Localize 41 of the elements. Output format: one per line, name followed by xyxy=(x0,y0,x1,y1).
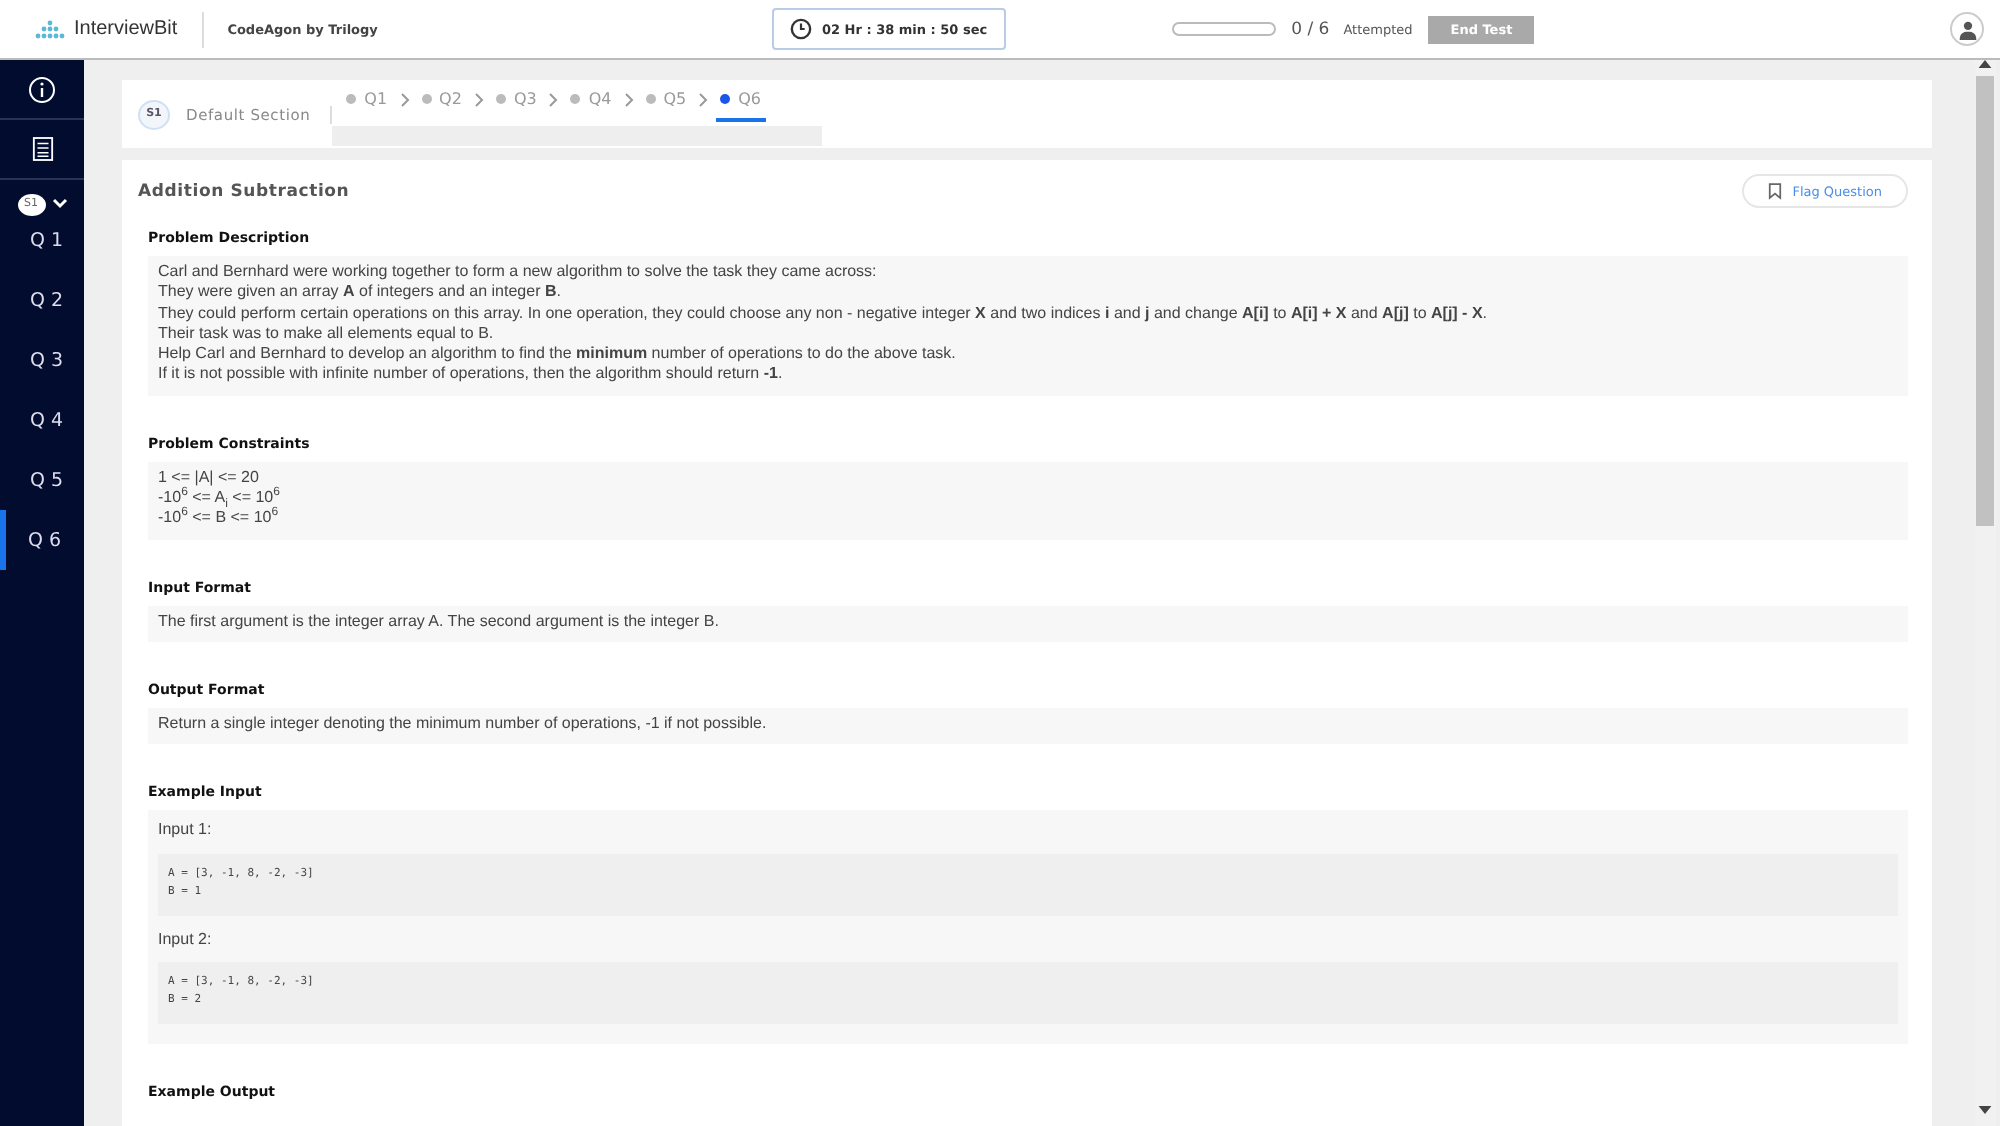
text-line: Their task was to make all elements equal to B. xyxy=(158,323,494,342)
list-icon xyxy=(31,136,53,162)
question-tab[interactable]: Q4 xyxy=(566,79,616,121)
text-line: Return a single integer denoting the minimum number of operations, -1 if not possible. xyxy=(158,713,767,732)
text-line: They could perform certain operations on this array. In one operation, they could choose any non - negative integer X and two indices i and j and change A[i] to A[i] + X and A[j] to A[j] - X. xyxy=(158,303,1488,322)
question-tab[interactable]: Q3 xyxy=(491,79,541,121)
question-tab[interactable]: Q1 xyxy=(342,79,392,121)
text-line: Carl and Bernhard were working together to form a new algorithm to solve the task they came across: xyxy=(158,262,877,280)
question-tab[interactable]: Q5 xyxy=(641,79,691,121)
question-nav-item[interactable]: Q 5 xyxy=(0,450,84,510)
info-icon xyxy=(28,75,56,103)
question-nav-item[interactable]: Q 1 xyxy=(0,210,84,270)
question-nav-item[interactable]: Q 2 xyxy=(0,270,84,330)
attempted-count: 0 / 6 xyxy=(1291,19,1330,39)
text-line: -10$^{6}$ <= B <= 10$^{6}$ xyxy=(158,508,279,527)
user-avatar[interactable] xyxy=(1950,12,1984,46)
example-label: Input 1: xyxy=(158,820,212,839)
text-line: If it is not possible with infinite number of operations, then the algorithm should return -1. xyxy=(158,364,783,383)
chevron-down-icon xyxy=(51,198,67,210)
text-line: 1 <= |A| <= 20 xyxy=(158,467,259,486)
chevron-icon xyxy=(473,92,484,108)
chevron-icon xyxy=(399,92,410,108)
problem-title: Addition Subtraction xyxy=(138,181,350,201)
question-nav-item[interactable]: Q 3 xyxy=(0,330,84,390)
example-label: Input 2: xyxy=(158,929,212,948)
text-line: -10$^{6}$ <= A$_{i}$ <= 10$^{6}$ xyxy=(158,488,280,507)
logo-icon xyxy=(32,19,68,39)
bookmark-icon xyxy=(1768,182,1783,200)
logo-text: InterviewBit xyxy=(74,18,178,40)
clock-icon xyxy=(790,18,812,40)
scrollbar[interactable] xyxy=(332,126,823,146)
scroll-down-icon[interactable] xyxy=(1978,1106,1992,1114)
text-line: They were given an array A of integers and an integer B. xyxy=(158,282,561,301)
text-line: Help Carl and Bernhard to develop an algorithm to find the minimum number of operations to do the above task. xyxy=(158,344,956,363)
chevron-icon xyxy=(548,92,559,108)
question-tab[interactable]: Q6 xyxy=(716,79,765,121)
text-line: The first argument is the integer array A. The second argument is the integer B. xyxy=(158,611,719,630)
question-tab[interactable]: Q2 xyxy=(417,79,466,121)
chevron-icon xyxy=(623,92,634,108)
question-nav-item[interactable]: Q 4 xyxy=(0,390,84,450)
chevron-icon xyxy=(698,92,709,108)
